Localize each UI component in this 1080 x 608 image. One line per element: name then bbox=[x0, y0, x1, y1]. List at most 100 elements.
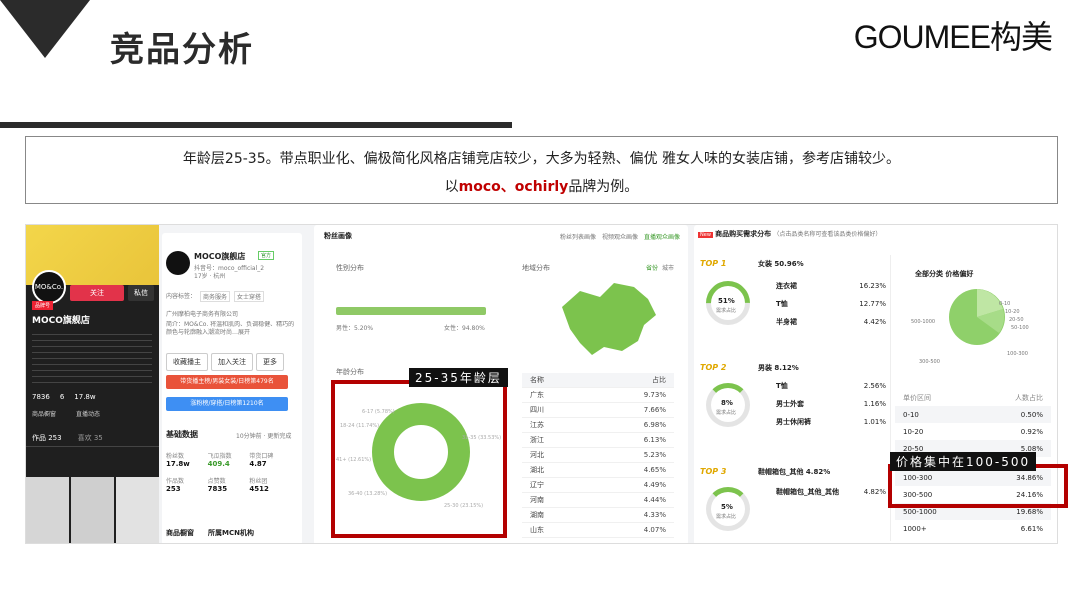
cell-range: 10-20 bbox=[903, 427, 924, 436]
cell-pct: 4.07% bbox=[643, 526, 666, 534]
cell-name: 辽宁 bbox=[530, 481, 544, 489]
video-thumb[interactable] bbox=[26, 477, 69, 543]
demand-group-3: TOP 3 鞋帽箱包_其他 4.82% 5% 需求占比 鞋帽箱包_其他_其他 4.… bbox=[700, 467, 888, 541]
pie-label: 50-100 bbox=[1011, 325, 1029, 331]
summary-suffix: 品牌为例。 bbox=[568, 179, 639, 195]
cell-pct: 6.13% bbox=[643, 436, 666, 444]
verified-badge: 品牌号 bbox=[32, 301, 54, 310]
china-map-shape bbox=[562, 283, 656, 355]
video-thumb[interactable] bbox=[71, 477, 114, 543]
col-pct: 占比 bbox=[652, 376, 666, 384]
shortcut-live[interactable]: 直播动态 bbox=[76, 409, 100, 418]
profile-desc bbox=[32, 329, 152, 384]
metric-value: 253 bbox=[166, 485, 181, 493]
summary-prefix: 以 bbox=[444, 179, 459, 195]
table-row: 1000+ 6.61% bbox=[895, 520, 1051, 537]
female-pct: 女性：94.80% bbox=[444, 325, 485, 332]
profile-shop-name: MOCO旗舰店 bbox=[32, 316, 90, 326]
shop-company: 广州摩柏电子商务有限公司 bbox=[166, 311, 239, 318]
item-pct: 2.56% bbox=[863, 382, 886, 390]
tab-fans-list[interactable]: 粉丝列表画像 bbox=[560, 232, 596, 241]
footer-mcn[interactable]: 所属MCN机构 bbox=[208, 528, 254, 538]
table-row: 河北 5.23% bbox=[522, 448, 674, 463]
avatar: MO&Co. bbox=[32, 270, 66, 304]
demand-title-text: 商品购买需求分布 bbox=[715, 230, 772, 238]
table-row: 湖北 4.65% bbox=[522, 463, 674, 478]
table-row: 浙江 6.13% bbox=[522, 433, 674, 448]
ring-sub: 需求占比 bbox=[716, 514, 737, 520]
metric-value: 7835 bbox=[207, 485, 228, 493]
cell-name: 山东 bbox=[530, 526, 544, 534]
price-pie bbox=[949, 289, 1005, 345]
table-row: 湖南 4.33% bbox=[522, 508, 674, 523]
cell-ratio: 19.68% bbox=[1016, 507, 1043, 516]
collect-button[interactable]: 收藏播主 bbox=[166, 353, 208, 371]
cell-name: 湖北 bbox=[530, 466, 544, 474]
video-thumb[interactable] bbox=[116, 477, 159, 543]
pie-label: 10-20 bbox=[1005, 309, 1020, 315]
demand-items: 鞋帽箱包_其他_其他 4.82% bbox=[776, 483, 886, 501]
promo-rank-1[interactable]: 带货播主榜/男装女装/日榜第479名 bbox=[166, 375, 288, 389]
basic-note: 10分钟前 · 更新完成 bbox=[236, 433, 292, 440]
shortcut-window[interactable]: 商品橱窗 bbox=[32, 409, 56, 418]
tag-chip[interactable]: 商务服务 bbox=[200, 291, 231, 302]
col-range: 单价区间 bbox=[903, 393, 931, 402]
cell-ratio: 0.50% bbox=[1020, 410, 1043, 419]
pie-label: 500-1000 bbox=[911, 319, 936, 325]
item-pct: 16.23% bbox=[859, 282, 886, 290]
item-pct: 1.16% bbox=[863, 400, 886, 408]
metrics-grid: 粉丝数 17.8w 飞瓜指数 409.4 带货口碑 4.87 作品数 253 点赞数 78… bbox=[166, 451, 291, 493]
table-header: 单价区间 人数占比 bbox=[895, 389, 1051, 406]
cell-range: 0-10 bbox=[903, 410, 919, 419]
promo-rank-2[interactable]: 涨粉榜/穿搭/日榜第1210名 bbox=[166, 397, 288, 411]
item-name: T恤 bbox=[776, 382, 788, 390]
profile-panel: MO&Co. 品牌号 关注 私信 MOCO旗舰店 7836 6 17.8w 商品橱窗… bbox=[26, 225, 159, 543]
more-button[interactable]: 更多 bbox=[256, 353, 284, 371]
age-highlight-box bbox=[331, 380, 507, 538]
metric-value: 4512 bbox=[249, 485, 269, 493]
follow-button[interactable]: 关注 bbox=[70, 285, 124, 301]
tab-province[interactable]: 省份 bbox=[646, 263, 658, 272]
item-name: 鞋帽箱包_其他_其他 bbox=[776, 488, 839, 496]
message-button[interactable]: 私信 bbox=[128, 285, 154, 301]
table-row: 广东 9.73% bbox=[522, 388, 674, 403]
pie-label: 300-500 bbox=[919, 359, 940, 365]
age-highlight-tag: 25-35年龄层 bbox=[409, 368, 508, 387]
corner-triangle bbox=[0, 0, 90, 58]
stat-following: 6 bbox=[59, 393, 65, 401]
pie-label: 20-50 bbox=[1009, 317, 1024, 323]
tab-live-viewers[interactable]: 直播观众画像 bbox=[644, 232, 680, 241]
metric: 粉丝团 4512 bbox=[249, 476, 291, 493]
stat-likes: 7836 bbox=[32, 393, 50, 401]
demand-item: 鞋帽箱包_其他_其他 4.82% bbox=[776, 483, 886, 501]
item-pct: 12.77% bbox=[859, 300, 886, 308]
tab-works[interactable]: 作品 253 bbox=[32, 433, 62, 446]
footer-window[interactable]: 商品橱窗 bbox=[166, 528, 194, 538]
table-row: 江苏 6.98% bbox=[522, 418, 674, 433]
cell-ratio: 6.61% bbox=[1020, 524, 1043, 533]
summary-line-2: 以moco、ochirly品牌为例。 bbox=[26, 173, 1057, 201]
watch-button[interactable]: 加入关注 bbox=[211, 353, 253, 371]
shop-tags: 内容标签： 商务服务 女士穿搭 bbox=[166, 291, 265, 302]
fans-tabs: 粉丝列表画像 视频观众画像 直播观众画像 bbox=[560, 232, 680, 241]
cell-pct: 6.98% bbox=[643, 421, 666, 429]
price-highlight-tag: 价格集中在100-500 bbox=[890, 452, 1037, 471]
pie-label: 100-300 bbox=[1007, 351, 1028, 357]
item-name: 连衣裙 bbox=[776, 282, 797, 290]
demand-item: 男士休闲裤 1.01% bbox=[776, 413, 886, 431]
shop-location: 17岁 · 杭州 bbox=[194, 273, 226, 280]
cell-name: 四川 bbox=[530, 406, 544, 414]
tab-city[interactable]: 城市 bbox=[662, 263, 674, 272]
ring-pct: 5% bbox=[721, 503, 733, 511]
tab-likes[interactable]: 喜欢 35 bbox=[78, 433, 103, 446]
gender-title: 性别分布 bbox=[336, 264, 364, 272]
col-name: 名称 bbox=[530, 376, 544, 384]
item-pct: 4.42% bbox=[863, 318, 886, 326]
shop-verified: 官方 bbox=[258, 251, 275, 260]
summary-box: 年龄层25-35。带点职业化、偏极简化风格店铺竞店较少，大多为轻熟、偏优 雅女人… bbox=[25, 136, 1058, 204]
metric-value: 17.8w bbox=[166, 460, 190, 468]
tag-chip[interactable]: 女士穿搭 bbox=[234, 291, 265, 302]
tab-video-viewers[interactable]: 视频观众画像 bbox=[602, 232, 638, 241]
video-grid bbox=[26, 477, 159, 543]
table-row: 山东 4.07% bbox=[522, 523, 674, 538]
